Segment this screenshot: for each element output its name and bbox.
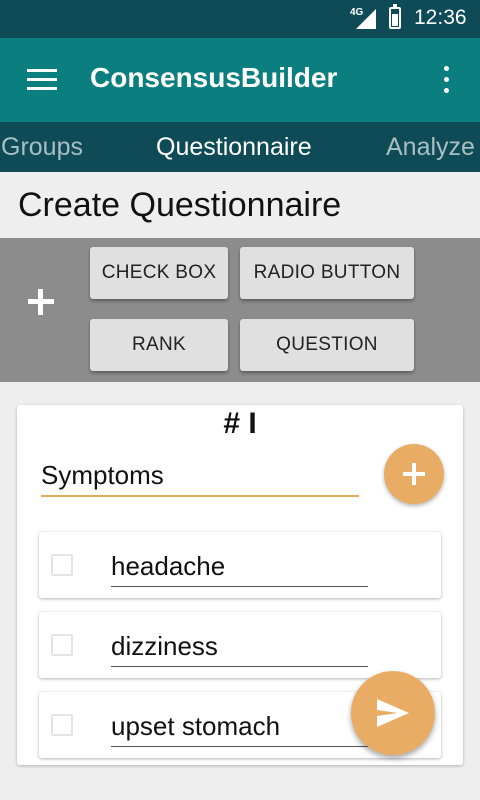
option-row: headache xyxy=(39,532,441,598)
tab-bar: Groups Questionnaire Analyze xyxy=(0,122,480,172)
app-title: ConsensusBuilder xyxy=(90,62,338,93)
plus-icon[interactable] xyxy=(26,287,56,317)
question-name-input[interactable]: Symptoms xyxy=(41,457,359,497)
send-button[interactable] xyxy=(351,671,435,755)
check-box-button[interactable]: CHECK BOX xyxy=(90,247,228,299)
option-checkbox[interactable] xyxy=(51,714,73,736)
option-checkbox[interactable] xyxy=(51,554,73,576)
rank-button[interactable]: RANK xyxy=(90,319,228,371)
app-bar: ConsensusBuilder xyxy=(0,38,480,122)
option-input[interactable]: headache xyxy=(111,548,368,587)
option-row: dizziness xyxy=(39,612,441,678)
status-bar: 4G 12:36 xyxy=(0,0,480,38)
battery-icon xyxy=(389,4,401,29)
add-option-button[interactable] xyxy=(384,444,444,504)
page-title: Create Questionnaire xyxy=(18,186,342,224)
option-checkbox[interactable] xyxy=(51,634,73,656)
option-input[interactable]: dizziness xyxy=(111,628,368,667)
more-vert-icon[interactable] xyxy=(438,66,454,96)
hamburger-menu-icon[interactable] xyxy=(27,69,57,91)
option-input[interactable]: upset stomach xyxy=(111,708,368,747)
question-number: # I xyxy=(223,407,257,440)
status-time: 12:36 xyxy=(414,6,467,29)
signal-icon xyxy=(356,9,376,29)
tab-groups[interactable]: Groups xyxy=(1,133,83,162)
tab-analyze[interactable]: Analyze xyxy=(386,133,475,162)
radio-button-button[interactable]: RADIO BUTTON xyxy=(240,247,414,299)
tab-questionnaire[interactable]: Questionnaire xyxy=(156,133,312,162)
send-icon xyxy=(377,699,409,727)
question-button[interactable]: QUESTION xyxy=(240,319,414,371)
